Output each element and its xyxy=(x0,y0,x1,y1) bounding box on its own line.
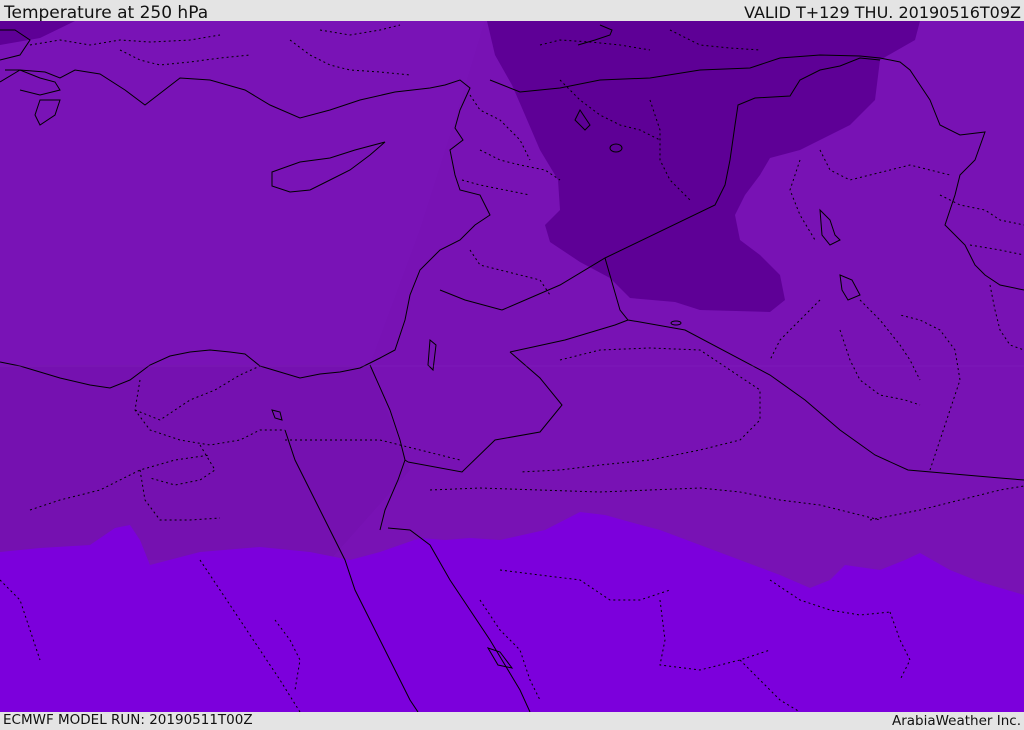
brand-label: ArabiaWeather Inc. xyxy=(891,713,1021,729)
header-bar: Temperature at 250 hPa VALID T+129 THU. … xyxy=(0,0,1024,23)
footer-bar: ECMWF MODEL RUN: 20190511T00Z ArabiaWeat… xyxy=(0,712,1024,729)
sea-area-tint xyxy=(0,365,410,560)
weather-map xyxy=(0,21,1024,712)
valid-time: VALID T+129 THU. 20190516T09Z xyxy=(744,3,1021,22)
model-run-label: ECMWF MODEL RUN: 20190511T00Z xyxy=(3,712,253,728)
map-title: Temperature at 250 hPa xyxy=(4,3,209,23)
